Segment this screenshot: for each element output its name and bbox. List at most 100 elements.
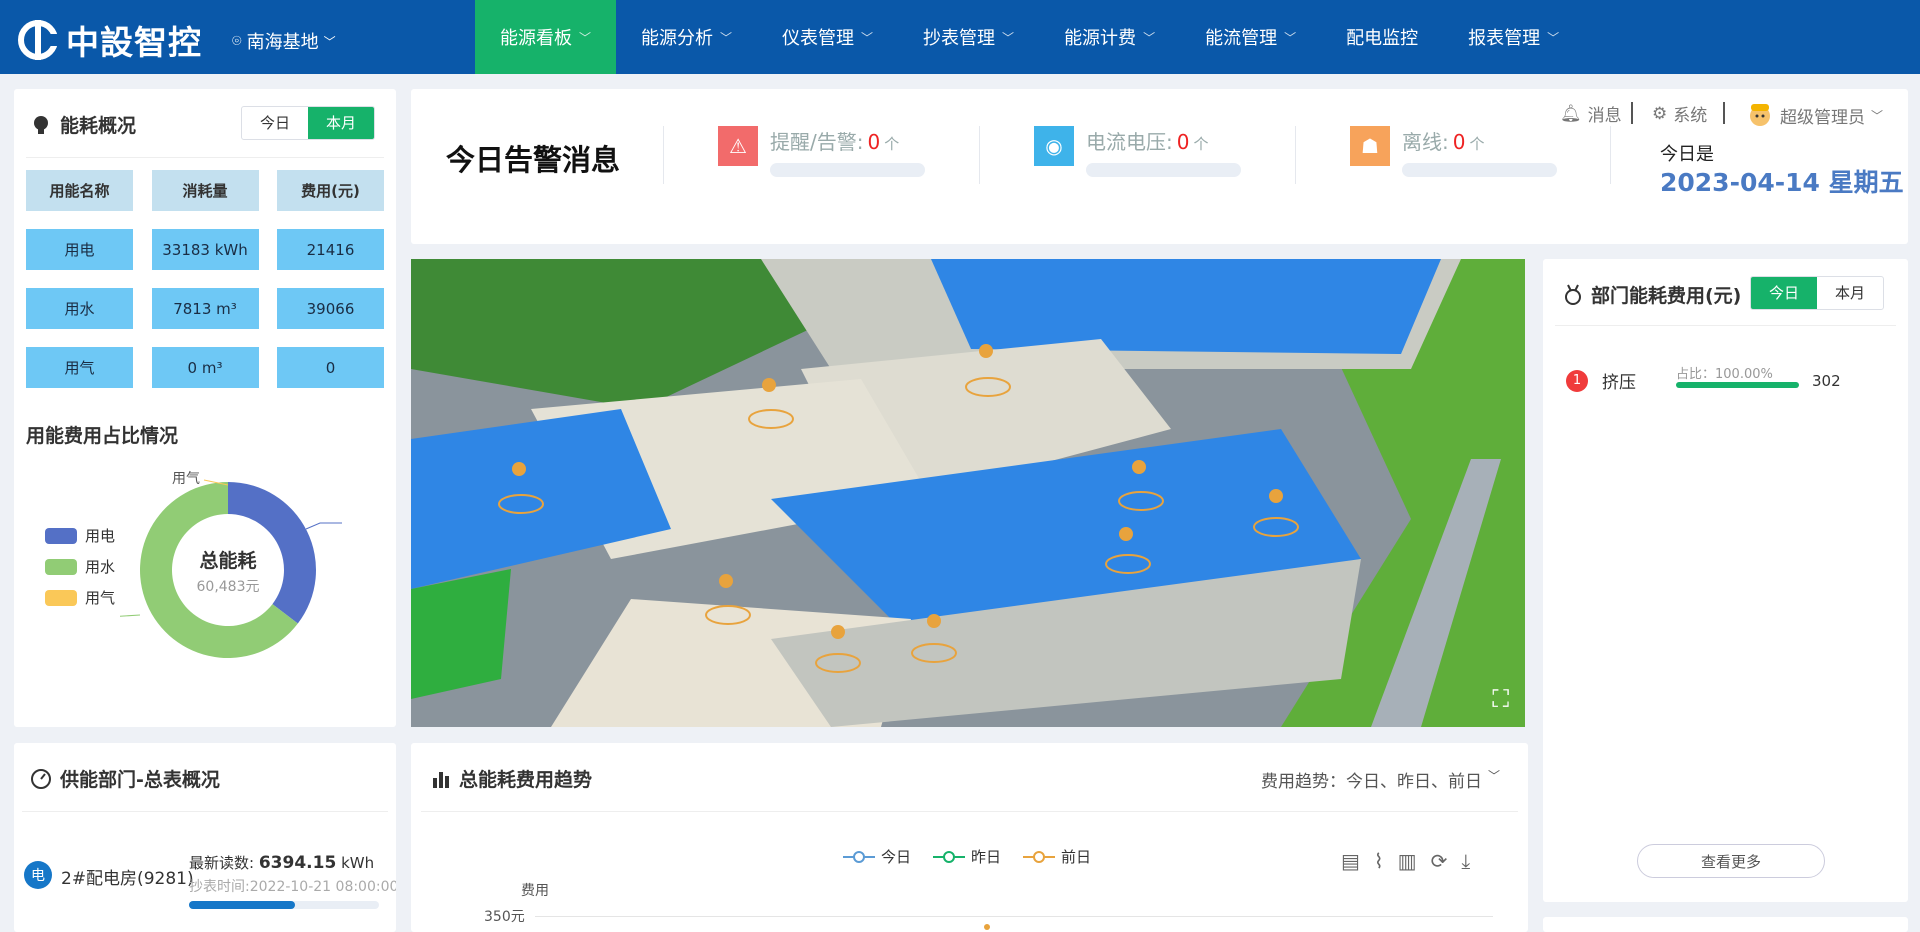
reading-progress-track: [189, 901, 379, 909]
bar-chart-icon[interactable]: ▥: [1398, 849, 1417, 873]
alert-current-voltage[interactable]: ◉ 电流电压: 0 个: [1034, 126, 1241, 177]
base-selector[interactable]: ⌾ 南海基地 ﹀: [232, 28, 336, 54]
alert-offline[interactable]: ☗ 离线: 0 个: [1350, 126, 1557, 177]
nav-item-5[interactable]: 能流管理 ﹀: [1180, 0, 1321, 74]
nav-item-2[interactable]: 仪表管理 ﹀: [757, 0, 898, 74]
legend-label: 用水: [85, 558, 116, 576]
factory-illustration: [411, 259, 1525, 727]
download-icon[interactable]: ⤓: [1461, 849, 1470, 873]
legend-swatch: [45, 558, 77, 575]
divider: [421, 811, 1518, 812]
table-cell: 21416: [277, 229, 384, 270]
logo-icon: [18, 20, 58, 60]
alert-reminder[interactable]: ⚠ 提醒/告警: 0 个: [718, 126, 925, 177]
legend-line-icon: [1023, 850, 1056, 863]
alert-bar: [770, 163, 925, 177]
legend-item[interactable]: 用水: [45, 556, 115, 577]
divider: [1555, 325, 1896, 326]
table-row: 用水 7813 m³ 39066: [26, 288, 384, 329]
gridline: [535, 916, 1493, 917]
gear-icon: ⚙: [1652, 103, 1668, 124]
trend-selector[interactable]: 费用趋势：今日、昨日、前日 ﹀: [1261, 767, 1500, 792]
legend-item[interactable]: 用气: [45, 587, 115, 608]
logo-text: 中設智控: [66, 23, 202, 62]
nav-item-6[interactable]: 配电监控: [1321, 0, 1443, 74]
dept-value: 302: [1812, 371, 1841, 390]
offline-icon: ☗: [1350, 126, 1390, 166]
trend-legend-item[interactable]: 今日: [843, 846, 911, 867]
alerts-title: 今日告警消息: [446, 143, 621, 177]
tab-today[interactable]: 今日: [242, 107, 308, 139]
messages-link[interactable]: 🔔︎ 消息: [1560, 101, 1622, 127]
gauge-icon: [31, 768, 51, 789]
line-chart-icon[interactable]: ⌇: [1374, 849, 1384, 873]
legend-label: 用气: [85, 589, 116, 607]
nav-label: 能源计费: [1064, 28, 1137, 49]
slice-label-gas: 用气: [172, 471, 200, 487]
alert-label: 提醒/告警:: [770, 130, 864, 154]
trend-legend: 今日 昨日 前日: [843, 846, 1091, 867]
supply-dept-card: 供能部门-总表概况 电 2#配电房(9281) 最新读数: 6394.15 kW…: [14, 743, 396, 932]
nav-label: 能流管理: [1205, 28, 1278, 49]
trend-ytick: 350元: [484, 909, 525, 925]
refresh-icon[interactable]: ⟳: [1431, 849, 1448, 873]
alert-count: 0: [1176, 130, 1190, 154]
trend-legend-item[interactable]: 昨日: [933, 846, 1001, 867]
table-cell: 用电: [26, 229, 133, 270]
cost-ratio-title: 用能费用占比情况: [26, 425, 179, 447]
dept-rank-row[interactable]: 1 挤压 占比：100.00% 302: [1566, 367, 1886, 393]
time-value: 2022-10-21 08:00:00: [249, 879, 396, 895]
divider: [1295, 126, 1296, 184]
reading-unit: kWh: [341, 854, 375, 872]
chevron-down-icon: ﹀: [323, 34, 336, 49]
dept-ratio: 占比：100.00%: [1676, 367, 1812, 388]
table-cell: 7813 m³: [151, 288, 259, 329]
user-menu[interactable]: 超级管理员 ﹀: [1746, 101, 1883, 129]
alert-bar: [1402, 163, 1557, 177]
table-row: 用电 33183 kWh 21416: [26, 229, 384, 270]
divider: [1610, 126, 1611, 184]
view-more-button[interactable]: 查看更多: [1637, 844, 1825, 878]
chevron-down-icon: ﹀: [1871, 108, 1884, 123]
dept-ratio-fill: [1676, 382, 1799, 388]
alert-unit: 个: [884, 135, 900, 153]
legend-label: 昨日: [971, 848, 1002, 866]
nav-item-0[interactable]: 能源看板 ﹀: [475, 0, 617, 74]
blue-roof: [931, 259, 1441, 354]
legend-item[interactable]: 用电: [45, 525, 115, 546]
divider: [979, 126, 980, 184]
nav-item-3[interactable]: 抄表管理 ﹀: [898, 0, 1039, 74]
nav-item-7[interactable]: 报表管理 ﹀: [1443, 0, 1584, 74]
meter-name[interactable]: 2#配电房(9281): [61, 864, 194, 889]
table-cell: 33183 kWh: [151, 229, 259, 270]
legend-line-icon: [843, 850, 875, 863]
divider: [1631, 102, 1633, 124]
slice-leader-water: [120, 614, 141, 617]
tab-today[interactable]: 今日: [1751, 277, 1818, 309]
nav-item-4[interactable]: 能源计费 ﹀: [1039, 0, 1180, 74]
fullscreen-icon[interactable]: ⛶: [1492, 685, 1509, 713]
nav-label: 抄表管理: [923, 28, 996, 49]
slice-leader-electric: [305, 522, 342, 530]
nav-item-1[interactable]: 能源分析 ﹀: [616, 0, 757, 74]
legend-line-icon: [933, 850, 966, 863]
siren-icon: ◉: [1034, 126, 1074, 166]
tab-month[interactable]: 本月: [1817, 277, 1883, 309]
base-name: 南海基地: [246, 32, 319, 53]
data-view-icon[interactable]: ▤: [1341, 849, 1360, 873]
legend-label: 前日: [1061, 848, 1092, 866]
alert-unit: 个: [1193, 135, 1209, 153]
overview-title: 能耗概况: [30, 111, 136, 138]
cost-ratio-donut: 总能耗 60,483元 用气 用水: [120, 471, 342, 658]
time-label: 抄表时间:: [189, 879, 250, 895]
donut-center-value: 60,483元: [197, 579, 260, 595]
medal-icon: [1565, 284, 1581, 305]
trend-legend-item[interactable]: 前日: [1023, 846, 1091, 867]
system-link[interactable]: ⚙ 系统: [1652, 101, 1707, 127]
factory-3d-map[interactable]: ⛶: [411, 259, 1525, 727]
table-cell: 0 m³: [151, 347, 259, 388]
nav-label: 配电监控: [1346, 28, 1419, 49]
bar-chart-icon: [433, 771, 449, 788]
brand-logo[interactable]: 中設智控: [18, 16, 202, 64]
tab-month[interactable]: 本月: [308, 107, 375, 139]
